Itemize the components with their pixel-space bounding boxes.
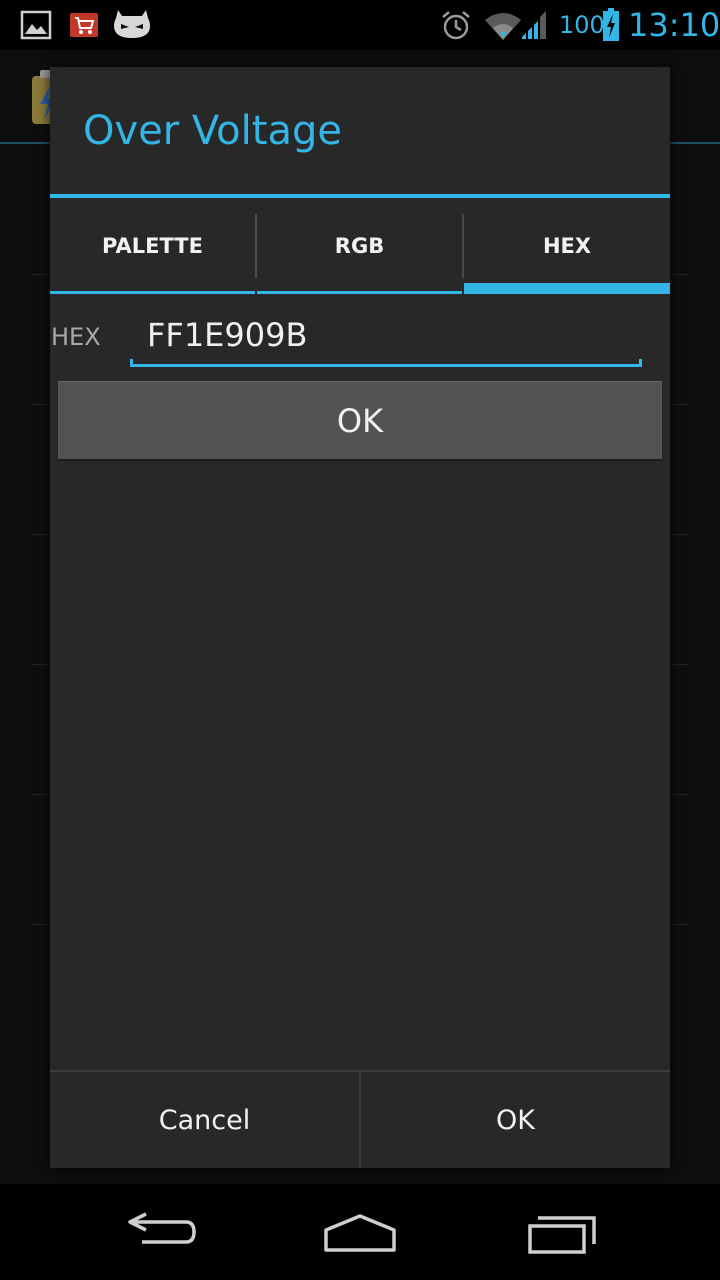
ok-button[interactable]: OK: [361, 1072, 670, 1168]
tab-label: HEX: [542, 234, 592, 258]
tab-rgb[interactable]: RGB: [257, 198, 462, 294]
tab-hex[interactable]: HEX: [464, 198, 670, 294]
hex-input-container: [130, 307, 642, 367]
alarm-icon: [442, 11, 470, 40]
market-icon: [70, 13, 98, 37]
tab-underline: [257, 291, 462, 294]
recent-apps-icon[interactable]: [520, 1208, 600, 1258]
signal-icon: [522, 11, 546, 39]
tab-selected-indicator: [464, 283, 670, 294]
cyanogenmod-icon: [114, 10, 150, 38]
tab-palette[interactable]: PALETTE: [50, 198, 255, 294]
back-icon[interactable]: [120, 1208, 200, 1258]
battery-charging-icon: [603, 8, 619, 41]
cancel-button[interactable]: Cancel: [50, 1072, 359, 1168]
tab-label: RGB: [334, 234, 385, 258]
dialog-button-bar: Cancel OK: [50, 1070, 670, 1168]
home-icon[interactable]: [320, 1208, 400, 1258]
hex-input-underline: [130, 359, 642, 367]
tab-bar: PALETTE RGB HEX: [50, 198, 670, 294]
tab-underline: [50, 291, 255, 294]
status-clock: 13:10: [628, 6, 720, 44]
status-bar: 100 13:10: [0, 0, 720, 50]
color-picker-dialog: Over Voltage PALETTE RGB HEX HEX OK: [50, 67, 670, 1168]
screen: 100 13:10 Over Voltage PALETTE RGB HEX H…: [0, 0, 720, 1280]
wifi-icon: [485, 13, 521, 40]
dialog-title: Over Voltage: [83, 108, 342, 154]
hex-apply-ok-button[interactable]: OK: [58, 381, 662, 461]
tab-label: PALETTE: [102, 234, 203, 258]
hex-label: HEX: [51, 323, 101, 351]
gallery-icon: [20, 10, 52, 40]
hex-input[interactable]: [130, 307, 642, 363]
battery-level-text: 100: [559, 11, 605, 39]
navigation-bar: [0, 1184, 720, 1280]
